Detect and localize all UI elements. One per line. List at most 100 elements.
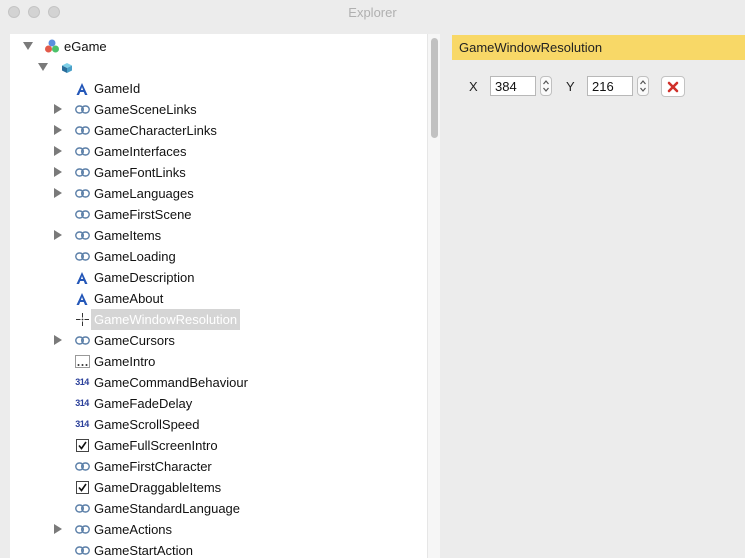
number-type-icon: 314	[75, 419, 89, 429]
tree-row[interactable]: GameFullScreenIntro	[10, 435, 430, 456]
disclosure-collapsed-icon[interactable]	[53, 188, 63, 198]
tree-scrollbar[interactable]	[427, 34, 440, 558]
link-icon	[74, 543, 90, 558]
number-type-icon: 314	[75, 398, 89, 408]
stepper-arrows-icon	[640, 80, 646, 92]
tree-row[interactable]: GameInterfaces	[10, 141, 430, 162]
tree-row-label: GameAbout	[94, 291, 164, 306]
link-icon	[74, 501, 90, 516]
tree-row-label: GameLoading	[94, 249, 176, 264]
object-cube-icon	[59, 60, 75, 75]
tree-row[interactable]: GameDraggableItems	[10, 477, 430, 498]
link-icon	[74, 186, 90, 201]
number-type-icon: 314	[75, 377, 89, 387]
tree-root-label: eGame	[64, 39, 107, 54]
tree-row-label: GameInterfaces	[94, 144, 187, 159]
tree-row-label: GameSceneLinks	[94, 102, 197, 117]
scrollbar-thumb[interactable]	[431, 38, 438, 138]
tree-row-label: GameStandardLanguage	[94, 501, 241, 516]
tree-row-label: GameFontLinks	[94, 165, 186, 180]
link-icon	[74, 165, 90, 180]
y-stepper[interactable]	[637, 76, 649, 96]
tree-row-label: GameFadeDelay	[94, 396, 193, 411]
tree-row[interactable]: GameSceneLinks	[10, 99, 430, 120]
tree-row[interactable]: GameCursors	[10, 330, 430, 351]
disclosure-collapsed-icon[interactable]	[53, 125, 63, 135]
tree-root-row[interactable]: eGame	[10, 36, 430, 57]
y-label: Y	[566, 79, 575, 94]
text-type-icon	[74, 270, 90, 285]
tree-row-label: GameScrollSpeed	[94, 417, 200, 432]
tree-row-label: GameDescription	[94, 270, 195, 285]
delete-x-icon	[667, 81, 679, 92]
tree-row-label: GameItems	[94, 228, 162, 243]
tree-row-label: GameIntro	[94, 354, 156, 369]
link-icon	[74, 228, 90, 243]
tree-row-label: GameCharacterLinks	[94, 123, 217, 138]
link-icon	[74, 459, 90, 474]
x-label: X	[469, 79, 478, 94]
link-icon	[74, 333, 90, 348]
stepper-arrows-icon	[543, 80, 549, 92]
tree-row-label: GameFirstScene	[94, 207, 192, 222]
tree-row-label: GameStartAction	[94, 543, 193, 558]
disclosure-collapsed-icon[interactable]	[53, 146, 63, 156]
tree-row-label: GameWindowResolution	[91, 309, 241, 330]
tree-row[interactable]: GameDescription	[10, 267, 430, 288]
window-title: Explorer	[348, 5, 397, 20]
tree-row-label: GameCursors	[94, 333, 175, 348]
tree-row[interactable]: GameIntro	[10, 351, 430, 372]
tree-row-label: GameFirstCharacter	[94, 459, 212, 474]
y-input[interactable]: 216	[587, 76, 633, 96]
tree-row[interactable]: 314 GameFadeDelay	[10, 393, 430, 414]
tree-row-label: GameLanguages	[94, 186, 194, 201]
ellipsis-icon	[74, 354, 90, 369]
link-icon	[74, 123, 90, 138]
text-type-icon	[74, 81, 90, 96]
tree-row[interactable]: 314 GameCommandBehaviour	[10, 372, 430, 393]
tree-row-label: GameCommandBehaviour	[94, 375, 248, 390]
x-input[interactable]: 384	[490, 76, 536, 96]
tree-row[interactable]: GameWindowResolution	[10, 309, 430, 330]
tree-row-label: GameActions	[94, 522, 173, 537]
disclosure-expanded-icon[interactable]	[23, 41, 33, 51]
tree-row-label: GameFullScreenIntro	[94, 438, 218, 453]
title-bar: Explorer	[0, 0, 745, 24]
tree-row[interactable]: GameAbout	[10, 288, 430, 309]
tree-row-label: GameDraggableItems	[94, 480, 222, 495]
tree-object-row[interactable]	[10, 57, 430, 78]
property-title: GameWindowResolution	[452, 35, 745, 60]
link-icon	[74, 102, 90, 117]
tree-row[interactable]: GameFontLinks	[10, 162, 430, 183]
tree-row[interactable]: GameStandardLanguage	[10, 498, 430, 519]
tree-row[interactable]: 314 GameScrollSpeed	[10, 414, 430, 435]
point-icon	[74, 312, 90, 327]
tree-row-label: GameId	[94, 81, 141, 96]
game-logo-icon	[44, 39, 60, 54]
disclosure-collapsed-icon[interactable]	[53, 335, 63, 345]
tree-row[interactable]: GameId	[10, 78, 430, 99]
checkbox-icon[interactable]	[74, 480, 90, 495]
checkbox-icon[interactable]	[74, 438, 90, 453]
delete-button[interactable]	[661, 76, 685, 97]
tree-row[interactable]: GameActions	[10, 519, 430, 540]
disclosure-collapsed-icon[interactable]	[53, 167, 63, 177]
tree-row[interactable]: GameCharacterLinks	[10, 120, 430, 141]
link-icon	[74, 522, 90, 537]
tree-row[interactable]: GameLoading	[10, 246, 430, 267]
tree-row[interactable]: GameItems	[10, 225, 430, 246]
tree-row[interactable]: GameStartAction	[10, 540, 430, 558]
disclosure-collapsed-icon[interactable]	[53, 104, 63, 114]
x-stepper[interactable]	[540, 76, 552, 96]
tree-row[interactable]: GameFirstScene	[10, 204, 430, 225]
explorer-tree[interactable]: eGame GameId GameSceneLinks GameCharacterL…	[10, 34, 440, 558]
text-type-icon	[74, 291, 90, 306]
disclosure-collapsed-icon[interactable]	[53, 230, 63, 240]
tree-row[interactable]: GameFirstCharacter	[10, 456, 430, 477]
disclosure-collapsed-icon[interactable]	[53, 524, 63, 534]
link-icon	[74, 249, 90, 264]
tree-row[interactable]: GameLanguages	[10, 183, 430, 204]
disclosure-expanded-icon[interactable]	[38, 62, 48, 72]
link-icon	[74, 207, 90, 222]
link-icon	[74, 144, 90, 159]
